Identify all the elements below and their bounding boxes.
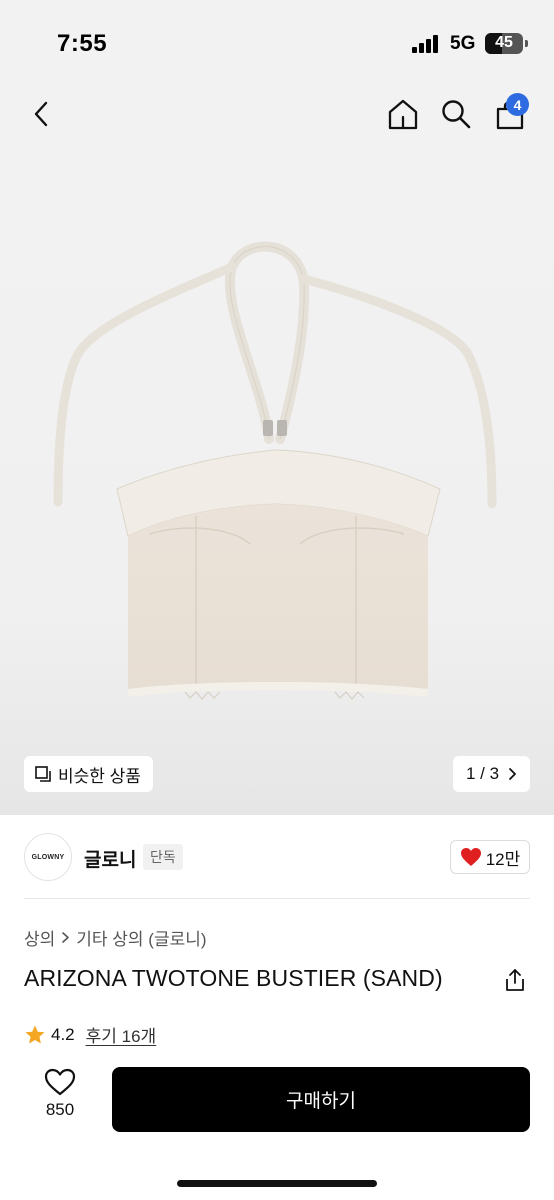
battery-icon: 45 <box>485 33 523 54</box>
exclusive-badge: 단독 <box>143 844 183 870</box>
back-button[interactable] <box>22 94 62 134</box>
copy-icon <box>35 766 51 782</box>
review-count-link[interactable]: 후기 16개 <box>86 1022 157 1047</box>
signal-strength-icon <box>412 35 440 53</box>
breadcrumb-category[interactable]: 상의 <box>24 925 55 950</box>
divider <box>24 898 530 899</box>
brand-like-button[interactable]: 12만 <box>450 840 530 874</box>
buy-button[interactable]: 구매하기 <box>112 1067 530 1132</box>
battery-level: 45 <box>495 34 513 51</box>
brand-name[interactable]: 글로니 <box>84 845 136 872</box>
product-rating: 4.2 후기 16개 <box>24 1022 156 1047</box>
similar-products-label: 비슷한 상품 <box>58 766 141 786</box>
home-indicator <box>177 1180 377 1187</box>
product-image-gallery[interactable]: 비슷한 상품 1 / 3 <box>0 144 554 815</box>
search-button[interactable] <box>436 94 476 134</box>
rating-value: 4.2 <box>51 1024 75 1044</box>
product-title: ARIZONA TWOTONE BUSTIER (SAND) <box>24 965 443 991</box>
brand-logo-text: GLOWNY <box>31 853 65 861</box>
status-time: 7:55 <box>57 30 108 57</box>
share-icon <box>506 969 524 991</box>
heart-filled-icon <box>460 848 481 866</box>
home-button[interactable] <box>383 94 423 134</box>
chevron-right-icon <box>62 932 70 943</box>
share-button[interactable] <box>502 966 528 994</box>
battery-tip <box>525 40 528 47</box>
heart-outline-icon <box>44 1068 76 1096</box>
status-bar: 7:55 5G 45 <box>0 0 554 84</box>
chevron-right-icon <box>509 768 516 780</box>
cart-count-badge: 4 <box>506 93 529 116</box>
gallery-page-indicator[interactable]: 1 / 3 <box>453 756 530 792</box>
star-icon <box>25 1025 45 1043</box>
search-icon <box>442 100 471 129</box>
wishlist-count: 850 <box>45 1100 75 1119</box>
breadcrumb: 상의 기타 상의 (글로니) <box>24 925 207 950</box>
nav-bar <box>0 84 554 144</box>
breadcrumb-subcategory[interactable]: 기타 상의 (글로니) <box>76 925 206 950</box>
page-indicator-text: 1 / 3 <box>465 764 500 783</box>
home-icon <box>388 99 418 130</box>
brand-like-count: 12만 <box>485 849 521 869</box>
brand-logo[interactable]: GLOWNY <box>24 833 72 881</box>
network-type: 5G <box>450 33 476 54</box>
wishlist-button[interactable]: 850 <box>30 1068 90 1132</box>
product-image <box>53 241 497 700</box>
chevron-left-icon <box>34 101 48 127</box>
similar-products-button[interactable]: 비슷한 상품 <box>24 756 153 792</box>
